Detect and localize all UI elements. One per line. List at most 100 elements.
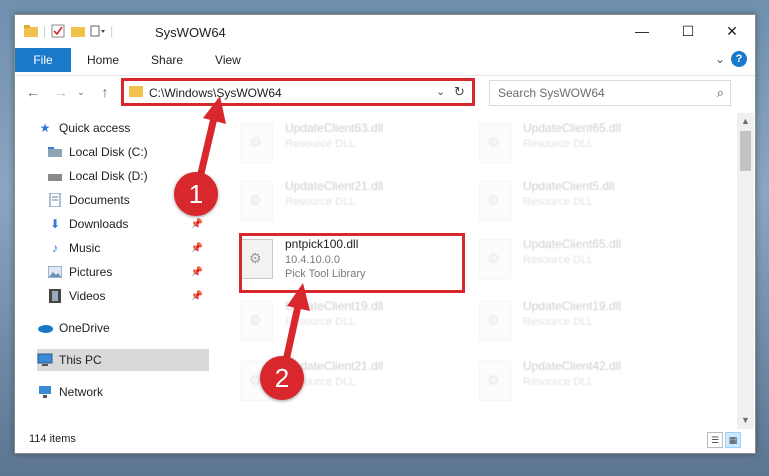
file-tile[interactable]: UpdateClient42.dll Resource DLL bbox=[475, 355, 697, 405]
nav-label: Videos bbox=[69, 289, 106, 303]
nav-label: Documents bbox=[69, 193, 130, 207]
expand-ribbon-icon[interactable]: ⌄ bbox=[715, 52, 725, 66]
nav-label: Local Disk (C:) bbox=[69, 145, 148, 159]
file-description: Resource DLL bbox=[523, 254, 594, 266]
scrollbar-thumb[interactable] bbox=[740, 131, 751, 171]
file-description: Resource DLL bbox=[523, 138, 594, 150]
maximize-button[interactable]: ☐ bbox=[665, 15, 711, 47]
pin-icon[interactable]: 📌 bbox=[191, 219, 203, 230]
tab-view[interactable]: View bbox=[199, 48, 257, 72]
navigation-pane: ★ Quick access Local Disk (C:) Local Dis… bbox=[15, 113, 211, 421]
search-icon[interactable]: ⌕ bbox=[717, 85, 724, 101]
file-description: Resource DLL bbox=[523, 316, 594, 328]
star-icon: ★ bbox=[39, 121, 51, 135]
help-icon[interactable]: ? bbox=[731, 51, 747, 67]
dll-file-icon bbox=[241, 123, 273, 163]
window-title: SysWOW64 bbox=[155, 25, 226, 40]
drive-icon bbox=[47, 169, 63, 183]
nav-label: OneDrive bbox=[59, 321, 110, 335]
properties-icon[interactable] bbox=[50, 23, 66, 39]
nav-item-pictures[interactable]: Pictures 📌 bbox=[47, 261, 209, 283]
forward-button[interactable]: → bbox=[53, 84, 69, 100]
nav-label: Local Disk (D:) bbox=[69, 169, 148, 183]
file-tile[interactable]: UpdateClient21.dll Resource DLL bbox=[237, 175, 459, 225]
tab-share[interactable]: Share bbox=[135, 48, 199, 72]
file-description: Resource DLL bbox=[285, 316, 356, 328]
item-count: 114 items bbox=[29, 433, 76, 445]
documents-icon bbox=[47, 193, 63, 207]
file-tile[interactable]: UpdateClient19.dll Resource DLL bbox=[475, 295, 697, 345]
file-highlight-box bbox=[239, 233, 465, 293]
nav-item-music[interactable]: ♪ Music 📌 bbox=[47, 237, 209, 259]
minimize-button[interactable]: — bbox=[619, 15, 665, 47]
file-description: Resource DLL bbox=[285, 138, 356, 150]
navigation-row: ← → ⌄ ↑ C:\Windows\SysWOW64 ⌄ ↻ Search S… bbox=[15, 75, 755, 108]
pin-icon[interactable]: 📌 bbox=[191, 243, 203, 254]
cloud-icon bbox=[37, 321, 53, 335]
status-bar: 114 items ☰ ▦ bbox=[15, 429, 755, 451]
dll-file-icon bbox=[479, 123, 511, 163]
title-bar: | | SysWOW64 — ☐ ✕ bbox=[15, 15, 755, 47]
nav-item-this-pc[interactable]: This PC bbox=[37, 349, 209, 371]
videos-icon bbox=[47, 289, 63, 303]
dll-file-icon bbox=[241, 181, 273, 221]
file-description: Resource DLL bbox=[523, 196, 594, 208]
quick-access-toolbar: | | bbox=[23, 23, 113, 39]
nav-label: Network bbox=[59, 385, 104, 399]
nav-item-downloads[interactable]: ⬇ Downloads 📌 bbox=[47, 213, 209, 235]
scroll-down-icon[interactable]: ▼ bbox=[741, 415, 750, 425]
recent-locations-icon[interactable]: ⌄ bbox=[73, 84, 89, 100]
nav-label: Music bbox=[69, 241, 101, 255]
nav-item-quick-access[interactable]: ★ Quick access bbox=[37, 117, 231, 139]
dll-file-icon bbox=[479, 239, 511, 279]
scroll-up-icon[interactable]: ▲ bbox=[741, 116, 750, 126]
pin-icon[interactable]: 📌 bbox=[191, 291, 203, 302]
file-name: UpdateClient19.dll bbox=[285, 299, 384, 313]
file-name: UpdateClient65.dll bbox=[523, 237, 622, 251]
vertical-scrollbar[interactable]: ▲ ▼ bbox=[737, 113, 754, 429]
nav-item-local-disk-c[interactable]: Local Disk (C:) bbox=[47, 141, 209, 163]
pictures-icon bbox=[47, 265, 63, 279]
nav-item-onedrive[interactable]: OneDrive bbox=[37, 317, 209, 339]
tiles-view-icon[interactable]: ▦ bbox=[725, 432, 741, 448]
computer-icon bbox=[37, 353, 53, 367]
back-button[interactable]: ← bbox=[25, 84, 41, 100]
file-name: UpdateClient65.dll bbox=[523, 121, 622, 135]
file-description: Resource DLL bbox=[523, 376, 594, 388]
network-icon bbox=[37, 385, 53, 399]
step-2-badge: 2 bbox=[260, 356, 304, 400]
file-tile[interactable]: UpdateClient65.dll Resource DLL bbox=[475, 117, 697, 167]
pin-icon[interactable]: 📌 bbox=[191, 267, 203, 278]
file-tile[interactable]: UpdateClient5.dll Resource DLL bbox=[475, 175, 697, 225]
search-placeholder: Search SysWOW64 bbox=[498, 86, 605, 100]
file-name: UpdateClient63.dll bbox=[285, 121, 384, 135]
address-highlight-box bbox=[121, 78, 475, 106]
folder-icon bbox=[23, 23, 39, 39]
nav-item-network[interactable]: Network bbox=[37, 381, 209, 403]
details-view-icon[interactable]: ☰ bbox=[707, 432, 723, 448]
dll-file-icon bbox=[479, 361, 511, 401]
tab-home[interactable]: Home bbox=[71, 48, 135, 72]
file-explorer-window: | | SysWOW64 — ☐ ✕ File Home Share View … bbox=[14, 14, 756, 454]
search-input[interactable]: Search SysWOW64 ⌕ bbox=[489, 80, 731, 106]
close-button[interactable]: ✕ bbox=[709, 15, 755, 47]
drive-icon bbox=[47, 145, 63, 159]
file-name: UpdateClient5.dll bbox=[523, 179, 615, 193]
dll-file-icon bbox=[479, 301, 511, 341]
nav-label: This PC bbox=[59, 353, 102, 367]
tab-file[interactable]: File bbox=[15, 48, 71, 72]
dll-file-icon bbox=[241, 301, 273, 341]
up-button[interactable]: ↑ bbox=[97, 84, 113, 100]
nav-label: Quick access bbox=[59, 121, 131, 135]
ribbon-tabs: File Home Share View ⌄ ? bbox=[15, 48, 755, 72]
file-name: UpdateClient21.dll bbox=[285, 179, 384, 193]
file-tile[interactable]: UpdateClient19.dll Resource DLL bbox=[237, 295, 459, 345]
file-tile[interactable]: UpdateClient65.dll Resource DLL bbox=[475, 233, 697, 283]
file-tile[interactable]: UpdateClient63.dll Resource DLL bbox=[237, 117, 459, 167]
step-1-badge: 1 bbox=[174, 172, 218, 216]
file-name: UpdateClient19.dll bbox=[523, 299, 622, 313]
file-description: Resource DLL bbox=[285, 196, 356, 208]
nav-item-videos[interactable]: Videos 📌 bbox=[47, 285, 209, 307]
customize-toolbar-icon[interactable] bbox=[90, 23, 106, 39]
new-folder-icon[interactable] bbox=[70, 23, 86, 39]
